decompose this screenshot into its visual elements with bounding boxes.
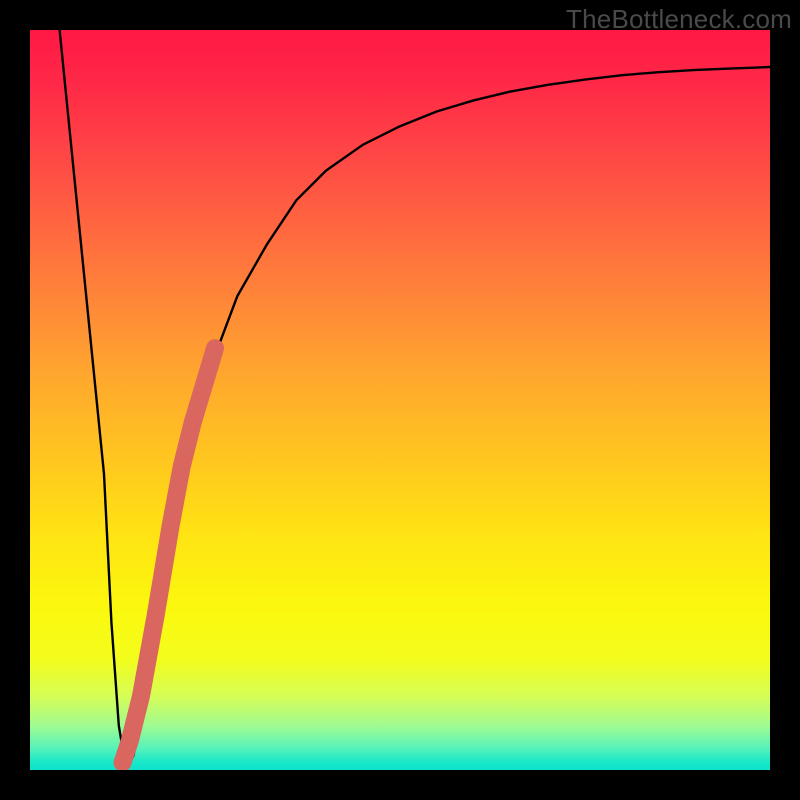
plot-area <box>30 30 770 770</box>
highlight-segment <box>123 348 216 762</box>
chart-frame: TheBottleneck.com <box>0 0 800 800</box>
bottleneck-curve <box>60 30 770 770</box>
curve-layer <box>30 30 770 770</box>
